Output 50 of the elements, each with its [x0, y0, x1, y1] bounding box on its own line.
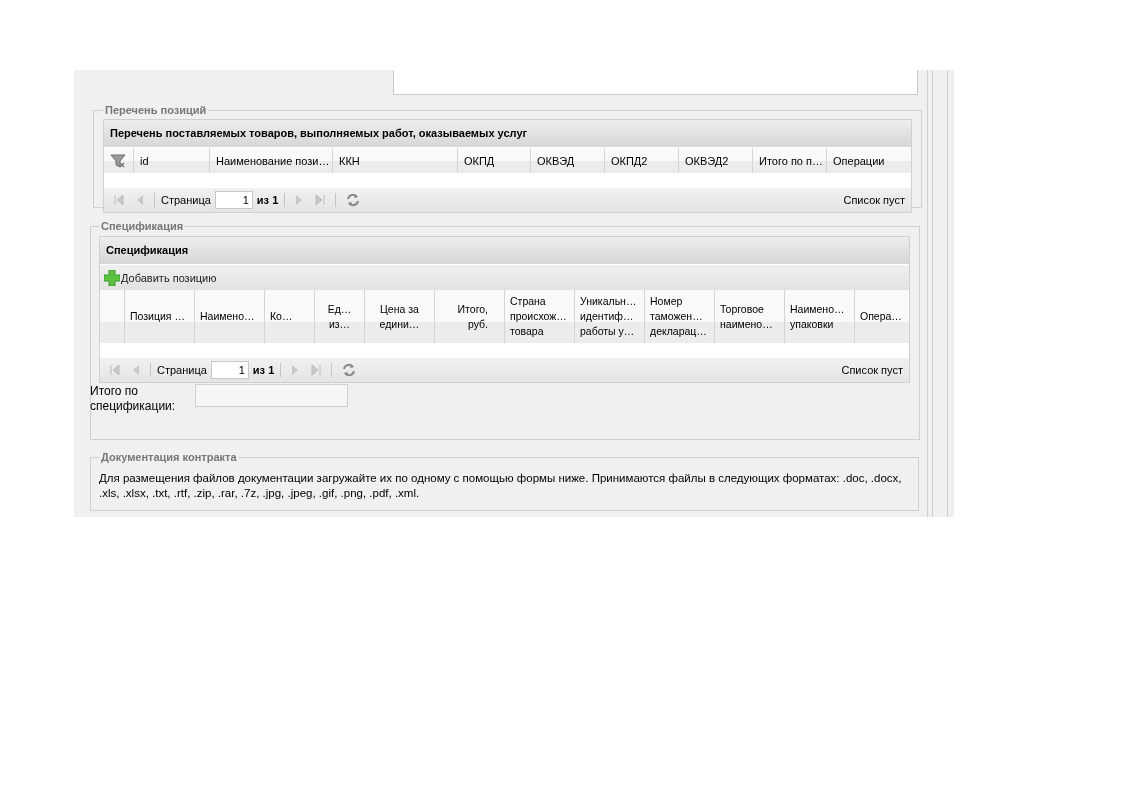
column-header[interactable]: Торговое наимено… — [720, 301, 773, 332]
section-legend: Документация контракта — [99, 451, 239, 463]
text-area[interactable] — [393, 70, 918, 95]
list-status: Список пуст — [843, 194, 905, 206]
page-field[interactable]: 1 — [210, 361, 249, 379]
first-page-icon[interactable] — [113, 194, 125, 206]
column-header[interactable]: ОКВЭД2 — [685, 154, 729, 167]
page-count: из 1 — [252, 364, 275, 376]
filter-icon[interactable] — [110, 153, 126, 168]
column-header[interactable]: Наимено… — [200, 309, 255, 324]
refresh-icon[interactable] — [341, 362, 358, 378]
column-header[interactable]: Позиция … — [130, 309, 185, 324]
section-legend: Спецификация — [99, 220, 186, 232]
column-header[interactable]: Наимено… упаковки — [790, 301, 845, 332]
column-header[interactable]: Операции — [833, 154, 885, 167]
grid-title: Спецификация — [100, 237, 909, 265]
total-label: Итого по спецификации: — [90, 384, 177, 414]
plus-icon — [104, 269, 120, 286]
page-label: Страница — [157, 364, 207, 376]
section-legend: Перечень позиций — [103, 104, 209, 116]
column-header[interactable]: Уникальн… идентиф… работы у… — [580, 294, 637, 339]
grid-title: Перечень поставляемых товаров, выполняемых работ, оказываемых услуг — [104, 120, 911, 148]
column-header[interactable]: Наименование пози… — [216, 154, 330, 167]
add-position-button[interactable]: Добавить позицию — [104, 269, 217, 286]
list-status: Список пуст — [841, 364, 903, 376]
instructions-text: Для размещения файлов документации загружайте их по одному с помощью формы ниже. Принимаются файлы в следующих форматах: .doc, .docx, .xls, .xlsx, .txt, .rtf, .zip, .rar, .7z, .jpg, .jpeg, .gif, .png, .pdf, .xml. — [99, 471, 903, 501]
total-field[interactable] — [195, 384, 348, 407]
page-count: из 1 — [256, 194, 279, 206]
column-header[interactable]: ОКВЭД — [537, 154, 575, 167]
column-header[interactable]: Страна происхож… товара — [510, 294, 567, 339]
page-field[interactable]: 1 — [214, 191, 253, 209]
first-page-icon[interactable] — [109, 364, 121, 376]
previous-page-icon[interactable] — [135, 194, 145, 206]
previous-page-icon[interactable] — [131, 364, 141, 376]
scrollbar-track[interactable] — [932, 70, 948, 517]
column-header[interactable]: Номер таможен… декларац… — [650, 294, 707, 339]
column-header[interactable]: Опера… — [860, 309, 902, 324]
column-header[interactable]: id — [140, 154, 149, 167]
column-header[interactable]: Ед… из… — [327, 301, 352, 332]
page-label: Страница — [161, 194, 211, 206]
column-header[interactable]: Цена за едини… — [379, 301, 420, 332]
column-header[interactable]: ОКПД2 — [611, 154, 648, 167]
column-header[interactable]: Итого, руб. — [457, 301, 488, 332]
last-page-icon[interactable] — [314, 194, 327, 206]
column-header[interactable]: Ко… — [270, 309, 293, 324]
column-header[interactable]: ОКПД — [464, 154, 495, 167]
last-page-icon[interactable] — [310, 364, 323, 376]
column-header[interactable]: Итого по п… — [759, 154, 823, 167]
refresh-icon[interactable] — [345, 192, 362, 208]
column-header[interactable]: ККН — [339, 154, 360, 167]
